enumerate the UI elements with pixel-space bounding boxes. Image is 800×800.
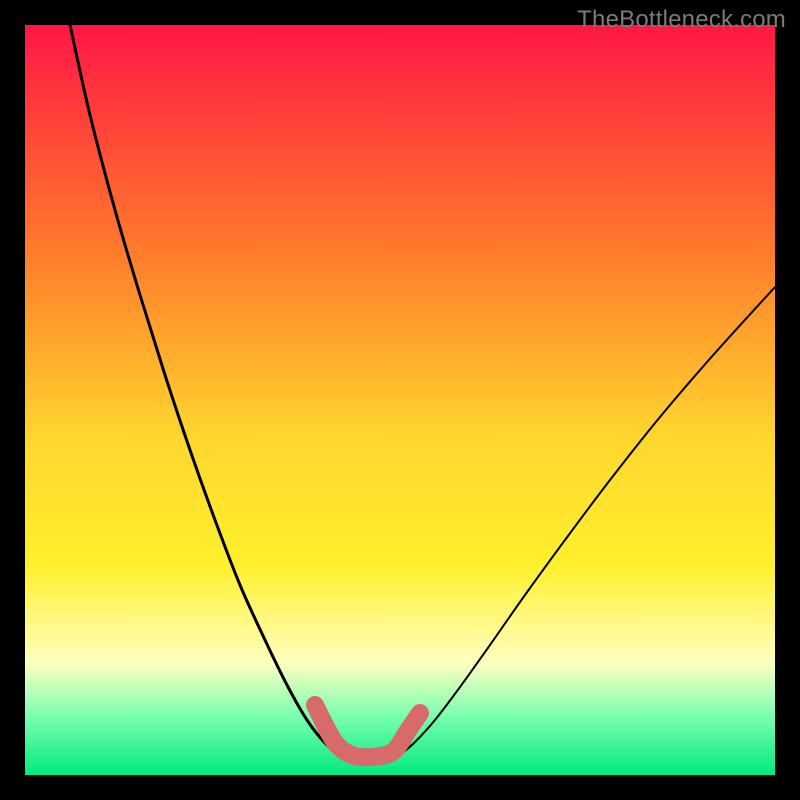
watermark-text: TheBottleneck.com: [577, 6, 786, 34]
plot-area: [25, 25, 775, 775]
chart-svg: [25, 25, 775, 775]
chart-frame: TheBottleneck.com: [0, 0, 800, 800]
gradient-background: [25, 25, 775, 775]
